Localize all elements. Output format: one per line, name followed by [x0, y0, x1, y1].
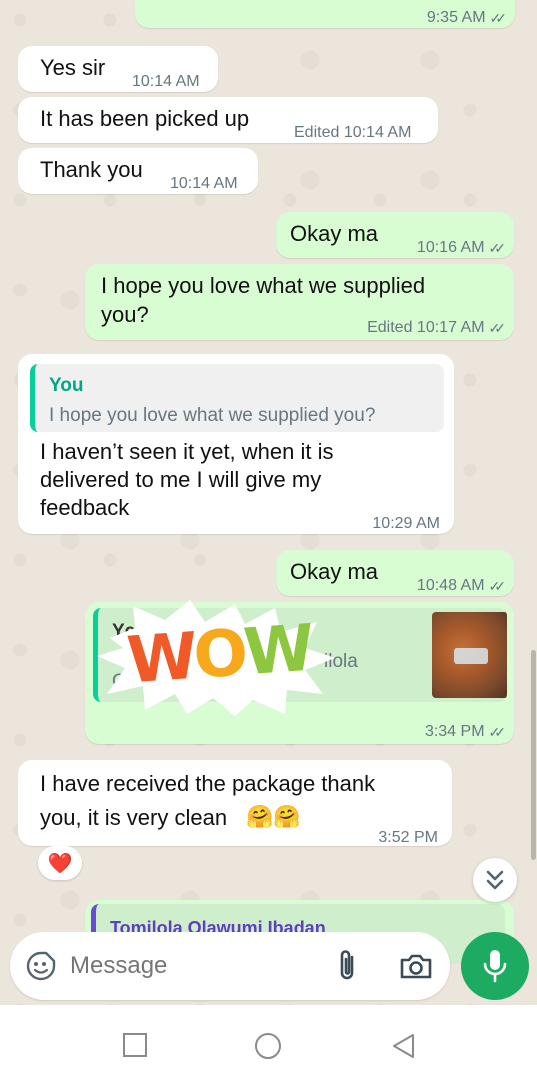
message-time: 10:16 AM [416, 239, 485, 256]
read-ticks-icon: ✓✓ [488, 724, 507, 740]
message-text-line: you, it is very clean [40, 805, 228, 830]
microphone-icon [483, 950, 507, 983]
message-bubble-incoming-reply[interactable]: You I hope you love what we supplied you… [18, 354, 454, 534]
message-time: 10:48 AM [416, 577, 485, 594]
message-text-line: I hope you love what we supplied [101, 273, 426, 298]
triangle-back-icon [393, 1034, 414, 1058]
message-text: Thank you [40, 157, 143, 182]
message-time: 10:29 AM [372, 515, 440, 532]
message-meta: 10:29 AM [372, 510, 440, 538]
message-meta: 3:52 PM [378, 824, 438, 852]
double-chevron-down-icon [486, 870, 504, 890]
message-bubble-incoming[interactable]: It has been picked up Edited 10:14 AM [18, 97, 438, 143]
message-text-line: I have received the package thank [40, 771, 376, 796]
message-text: It has been picked up [40, 106, 250, 131]
message-text-line: feedback [40, 495, 130, 520]
heart-reaction-icon: ❤️ [47, 851, 73, 875]
sticker-icon [26, 951, 56, 981]
message-text-line: I haven’t seen it yet, when it is [40, 439, 334, 464]
message-text: Okay ma [290, 221, 379, 246]
message-emoji: 🤗🤗 [246, 805, 301, 830]
message-bubble-incoming[interactable]: Yes sir 10:14 AM [18, 46, 218, 92]
message-meta: 9:35 AM ✓✓ [426, 4, 508, 32]
reaction-badge[interactable]: ❤️ [38, 846, 82, 880]
read-ticks-icon: ✓✓ [488, 240, 507, 256]
chat-scrollbar[interactable] [531, 650, 536, 860]
message-meta: Edited 10:17 AM ✓✓ [367, 314, 507, 342]
message-time: Edited 10:14 AM [294, 124, 412, 141]
message-meta: 10:14 AM [132, 68, 200, 96]
wow-sticker: WOW [95, 598, 340, 718]
camera-icon [400, 954, 432, 979]
quoted-image-thumbnail[interactable] [432, 612, 507, 698]
message-time: 9:35 AM [426, 9, 486, 26]
quoted-text: I hope you love what we supplied you? [49, 405, 376, 426]
message-bubble-outgoing[interactable]: Okay ma 10:48 AM ✓✓ [276, 550, 514, 596]
message-time: 3:34 PM [424, 723, 485, 740]
message-time: Edited 10:17 AM [367, 319, 485, 336]
attach-button[interactable] [332, 948, 362, 984]
message-time: 10:14 AM [132, 73, 200, 90]
message-time: 10:14 AM [170, 175, 238, 192]
home-button[interactable] [254, 1032, 282, 1065]
camera-button[interactable] [398, 949, 434, 983]
back-button[interactable] [390, 1032, 416, 1065]
paperclip-icon [340, 950, 354, 980]
message-bubble-outgoing[interactable]: Okay ma 10:16 AM ✓✓ [276, 212, 514, 258]
message-time: 3:52 PM [378, 829, 438, 846]
message-meta: 10:48 AM ✓✓ [416, 572, 507, 600]
quoted-message[interactable]: You I hope you love what we supplied you… [30, 364, 444, 432]
message-meta: 3:34 PM ✓✓ [424, 718, 507, 746]
read-ticks-icon: ✓✓ [489, 10, 508, 26]
message-meta: Edited 10:14 AM [294, 119, 411, 147]
message-bubble-outgoing[interactable]: 9:35 AM ✓✓ [135, 0, 515, 28]
voice-message-button[interactable] [461, 932, 529, 1000]
scroll-to-bottom-button[interactable] [473, 858, 517, 902]
message-input[interactable] [70, 946, 320, 986]
read-ticks-icon: ✓✓ [488, 320, 507, 336]
message-text: Yes sir [40, 55, 106, 80]
circle-icon [255, 1033, 281, 1059]
read-ticks-icon: ✓✓ [488, 578, 507, 594]
message-meta: 10:16 AM ✓✓ [416, 234, 507, 262]
message-text-line: delivered to me I will give my [40, 467, 322, 492]
wow-sticker-text: WOW [124, 611, 313, 699]
message-meta: 10:14 AM [170, 170, 238, 198]
sticker-button[interactable] [24, 949, 58, 983]
message-bubble-outgoing[interactable]: I hope you love what we supplied you? Ed… [85, 264, 514, 340]
system-navigation-bar [0, 1005, 537, 1080]
quoted-sender: You [49, 375, 84, 396]
message-composer[interactable] [10, 932, 450, 1000]
message-text: Okay ma [290, 559, 379, 584]
recents-button[interactable] [122, 1032, 148, 1063]
square-icon [123, 1033, 147, 1057]
message-text-line: you? [101, 302, 149, 327]
chat-background: 9:35 AM ✓✓ Yes sir 10:14 AM It has been … [0, 0, 537, 1005]
message-bubble-incoming[interactable]: Thank you 10:14 AM [18, 148, 258, 194]
message-bubble-incoming[interactable]: I have received the package thank you, i… [18, 760, 452, 846]
